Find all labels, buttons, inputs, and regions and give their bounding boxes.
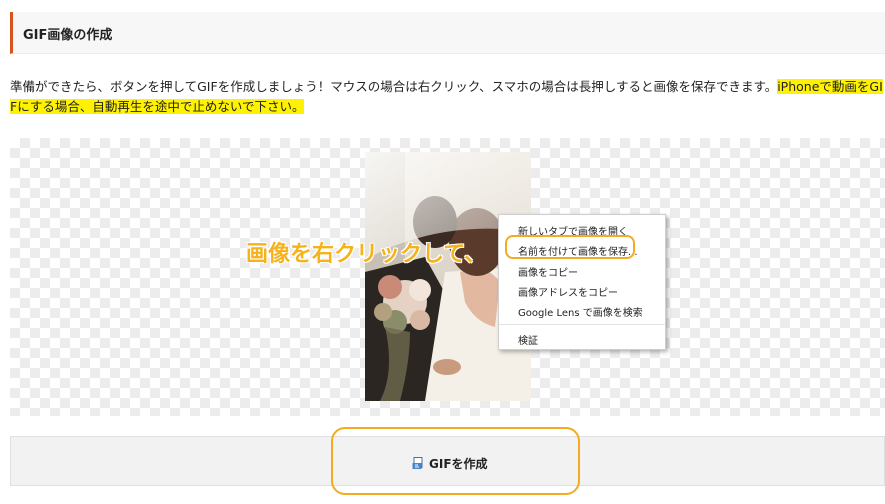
description-main: 準備ができたら、ボタンを押してGIFを作成しましょう！マウスの場合は右クリック、… bbox=[10, 79, 778, 94]
section-header: GIF画像の作成 bbox=[10, 12, 885, 54]
description-text: 準備ができたら、ボタンを押してGIFを作成しましょう！マウスの場合は右クリック、… bbox=[10, 77, 885, 117]
ctx-search-google-lens[interactable]: Google Lens で画像を検索 bbox=[518, 304, 643, 319]
create-gif-highlight-ring bbox=[331, 427, 580, 495]
ctx-separator bbox=[499, 324, 665, 325]
ctx-inspect[interactable]: 検証 bbox=[518, 332, 538, 347]
section-title: GIF画像の作成 bbox=[23, 28, 113, 43]
ctx-copy-image[interactable]: 画像をコピー bbox=[518, 264, 578, 279]
ctx-copy-image-address[interactable]: 画像アドレスをコピー bbox=[518, 284, 618, 299]
save-image-highlight-ring bbox=[505, 235, 635, 259]
overlay-instruction: 画像を右クリックして、 bbox=[246, 242, 487, 267]
